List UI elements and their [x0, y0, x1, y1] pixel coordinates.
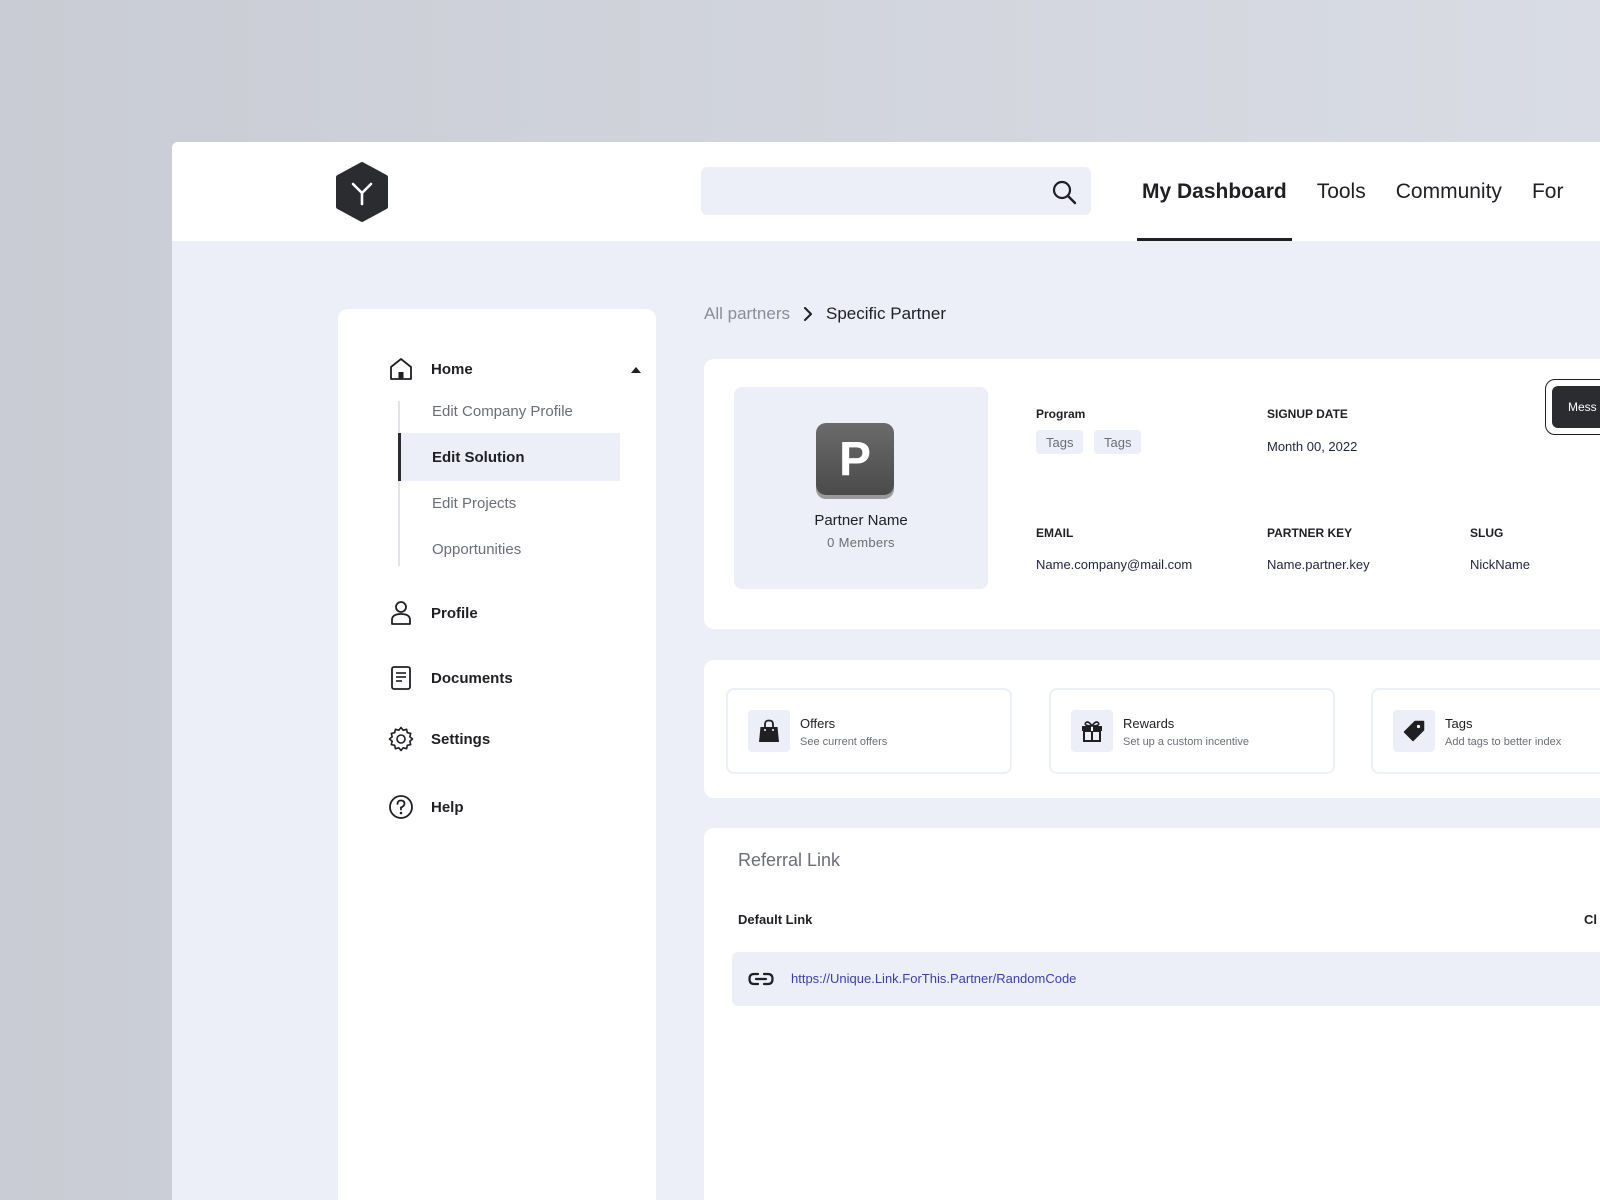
offers-icon-box	[748, 710, 790, 752]
actions-card: Offers See current offers Rewards Set up…	[704, 660, 1600, 798]
partner-key-label: PARTNER KEY	[1267, 526, 1353, 540]
nav-community[interactable]: Community	[1391, 142, 1507, 241]
tags-title: Tags	[1445, 716, 1473, 731]
chevron-right-icon	[803, 307, 812, 321]
sidebar-item-label: Settings	[431, 730, 491, 748]
tags-card[interactable]: Tags Add tags to better index	[1371, 688, 1600, 774]
program-label: Program	[1036, 407, 1086, 421]
shopping-bag-icon	[759, 719, 779, 742]
sidebar-item-label: Home	[431, 360, 473, 378]
partner-profile-box: P Partner Name 0 Members	[734, 387, 988, 589]
breadcrumb-current: Specific Partner	[825, 304, 946, 323]
logo-icon[interactable]	[334, 162, 390, 222]
sidebar-sub-edit-solution[interactable]: Edit Solution	[398, 433, 620, 481]
referral-link-row: https://Unique.Link.ForThis.Partner/Rand…	[732, 952, 1600, 1006]
sidebar-item-help[interactable]: Help	[388, 792, 464, 822]
partner-avatar: P	[816, 423, 894, 495]
tags-subtitle: Add tags to better index	[1445, 736, 1562, 748]
partner-key-value: Name.partner.key	[1267, 557, 1370, 572]
sidebar-item-home[interactable]: Home	[388, 354, 473, 384]
document-icon	[391, 666, 411, 690]
main-nav: My Dashboard Tools Community For	[1137, 142, 1588, 241]
referral-column-label: Cl	[1584, 912, 1597, 927]
offers-title: Offers	[800, 716, 836, 731]
referral-card: Referral Link Default Link Cl https://Un…	[704, 828, 1600, 1200]
partner-name: Partner Name	[814, 512, 908, 529]
search-bar	[701, 167, 1091, 215]
sidebar-sub-edit-projects[interactable]: Edit Projects	[398, 479, 620, 527]
sidebar-item-label: Documents	[431, 669, 513, 687]
breadcrumb-all-partners[interactable]: All partners	[704, 304, 790, 324]
partner-members: 0 Members	[827, 535, 895, 550]
sidebar-item-settings[interactable]: Settings	[388, 724, 490, 754]
referral-link[interactable]: https://Unique.Link.ForThis.Partner/Rand…	[791, 971, 1076, 986]
signup-date-label: SIGNUP DATE	[1267, 407, 1348, 421]
rewards-subtitle: Set up a custom incentive	[1123, 736, 1249, 748]
sidebar: Home Edit Company Profile Edit Solution …	[338, 309, 656, 1200]
nav-my-dashboard[interactable]: My Dashboard	[1137, 142, 1292, 241]
search-icon[interactable]	[1051, 179, 1077, 205]
rewards-title: Rewards	[1123, 716, 1175, 731]
sidebar-item-documents[interactable]: Documents	[388, 663, 513, 693]
sidebar-item-label: Help	[431, 798, 464, 816]
sidebar-item-label: Profile	[431, 604, 478, 622]
sidebar-item-profile[interactable]: Profile	[388, 598, 478, 628]
search-input[interactable]	[701, 167, 1041, 215]
email-label: EMAIL	[1036, 526, 1074, 540]
sidebar-sub-opportunities[interactable]: Opportunities	[398, 525, 620, 573]
gear-icon	[388, 726, 414, 752]
gift-icon	[1082, 721, 1102, 742]
top-bar: My Dashboard Tools Community For	[172, 142, 1600, 241]
sidebar-sub-edit-company-profile[interactable]: Edit Company Profile	[398, 387, 620, 435]
email-value: Name.company@mail.com	[1036, 557, 1193, 572]
breadcrumb: All partners Specific Partner	[704, 304, 946, 324]
nav-for[interactable]: For	[1527, 142, 1569, 241]
rewards-icon-box	[1071, 710, 1113, 752]
help-icon	[389, 795, 413, 819]
message-button-label: Mess	[1552, 386, 1600, 428]
offers-card[interactable]: Offers See current offers	[726, 688, 1012, 774]
user-icon	[391, 601, 411, 625]
tag-icon	[1403, 720, 1425, 742]
signup-date-value: Month 00, 2022	[1267, 439, 1358, 454]
default-link-label: Default Link	[738, 912, 813, 927]
slug-value: NickName	[1470, 557, 1530, 572]
program-tag[interactable]: Tags	[1094, 430, 1142, 454]
caret-up-icon[interactable]	[630, 366, 642, 374]
home-icon	[390, 358, 412, 380]
tags-icon-box	[1393, 710, 1435, 752]
offers-subtitle: See current offers	[800, 736, 888, 748]
app-window: My Dashboard Tools Community For Home Ed…	[172, 142, 1600, 1200]
referral-title: Referral Link	[738, 850, 841, 870]
program-tag[interactable]: Tags	[1036, 430, 1084, 454]
rewards-card[interactable]: Rewards Set up a custom incentive	[1049, 688, 1335, 774]
link-icon	[748, 972, 774, 986]
partner-details-card: P Partner Name 0 Members Program Tags Ta…	[704, 359, 1600, 629]
slug-label: SLUG	[1470, 526, 1504, 540]
message-button[interactable]: Mess	[1545, 379, 1600, 435]
nav-tools[interactable]: Tools	[1312, 142, 1371, 241]
